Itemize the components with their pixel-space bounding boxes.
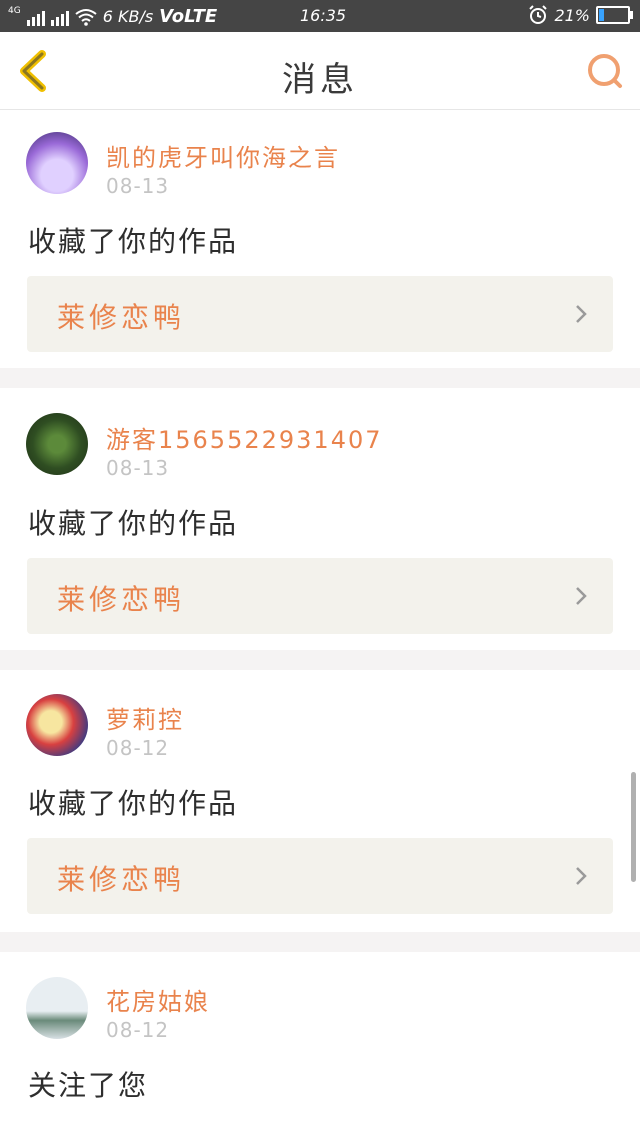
work-title: 莱修恋鸭 <box>57 301 186 334</box>
signal-icon <box>26 8 45 26</box>
message-action: 收藏了你的作品 <box>28 787 239 820</box>
battery-fill <box>599 9 604 21</box>
work-title: 莱修恋鸭 <box>57 583 186 616</box>
clock: 16:35 <box>300 6 347 25</box>
message-action: 关注了您 <box>28 1069 149 1102</box>
volte-label: VoLTE <box>159 6 218 27</box>
network-type: 4G <box>8 5 21 16</box>
scrollbar[interactable] <box>631 772 636 882</box>
status-right: 21% <box>528 5 633 25</box>
avatar[interactable] <box>26 694 88 756</box>
chevron-right-icon <box>576 867 587 885</box>
message-card: 游客1565522931407 08-13 收藏了你的作品 莱修恋鸭 <box>0 388 640 650</box>
username[interactable]: 花房姑娘 <box>106 982 210 1017</box>
battery-percent: 21% <box>554 5 590 25</box>
message-date: 08-12 <box>106 1018 170 1042</box>
alarm-icon <box>529 5 548 24</box>
status-bar: 4G 6 KB/s VoLTE 16:35 21% <box>0 0 640 32</box>
search-icon[interactable] <box>586 52 624 90</box>
message-card: 凯的虎牙叫你海之言 08-13 收藏了你的作品 莱修恋鸭 <box>0 110 640 368</box>
work-link[interactable]: 莱修恋鸭 <box>27 558 613 634</box>
wifi-icon <box>75 8 97 26</box>
work-link[interactable]: 莱修恋鸭 <box>27 276 613 352</box>
chevron-right-icon <box>576 587 587 605</box>
work-title: 莱修恋鸭 <box>57 863 186 896</box>
avatar[interactable] <box>26 977 88 1039</box>
work-link[interactable]: 莱修恋鸭 <box>27 838 613 914</box>
signal-x-icon <box>50 8 69 26</box>
username[interactable]: 游客1565522931407 <box>106 420 383 455</box>
top-nav-bar: 消息 <box>0 32 640 110</box>
network-speed: 6 KB/s <box>102 7 154 26</box>
message-action: 收藏了你的作品 <box>28 507 239 540</box>
message-date: 08-12 <box>106 736 170 760</box>
message-card: 萝莉控 08-12 收藏了你的作品 莱修恋鸭 <box>0 670 640 932</box>
page-title: 消息 <box>282 60 358 100</box>
battery-icon <box>596 6 633 24</box>
status-left: 4G 6 KB/s VoLTE <box>8 5 218 28</box>
avatar[interactable] <box>26 413 88 475</box>
avatar[interactable] <box>26 132 88 194</box>
username[interactable]: 凯的虎牙叫你海之言 <box>106 138 340 173</box>
message-date: 08-13 <box>106 174 170 198</box>
message-card: 花房姑娘 08-12 关注了您 <box>0 952 640 1138</box>
username[interactable]: 萝莉控 <box>106 700 184 735</box>
message-action: 收藏了你的作品 <box>28 225 239 258</box>
message-date: 08-13 <box>106 456 170 480</box>
chevron-right-icon <box>576 305 587 323</box>
